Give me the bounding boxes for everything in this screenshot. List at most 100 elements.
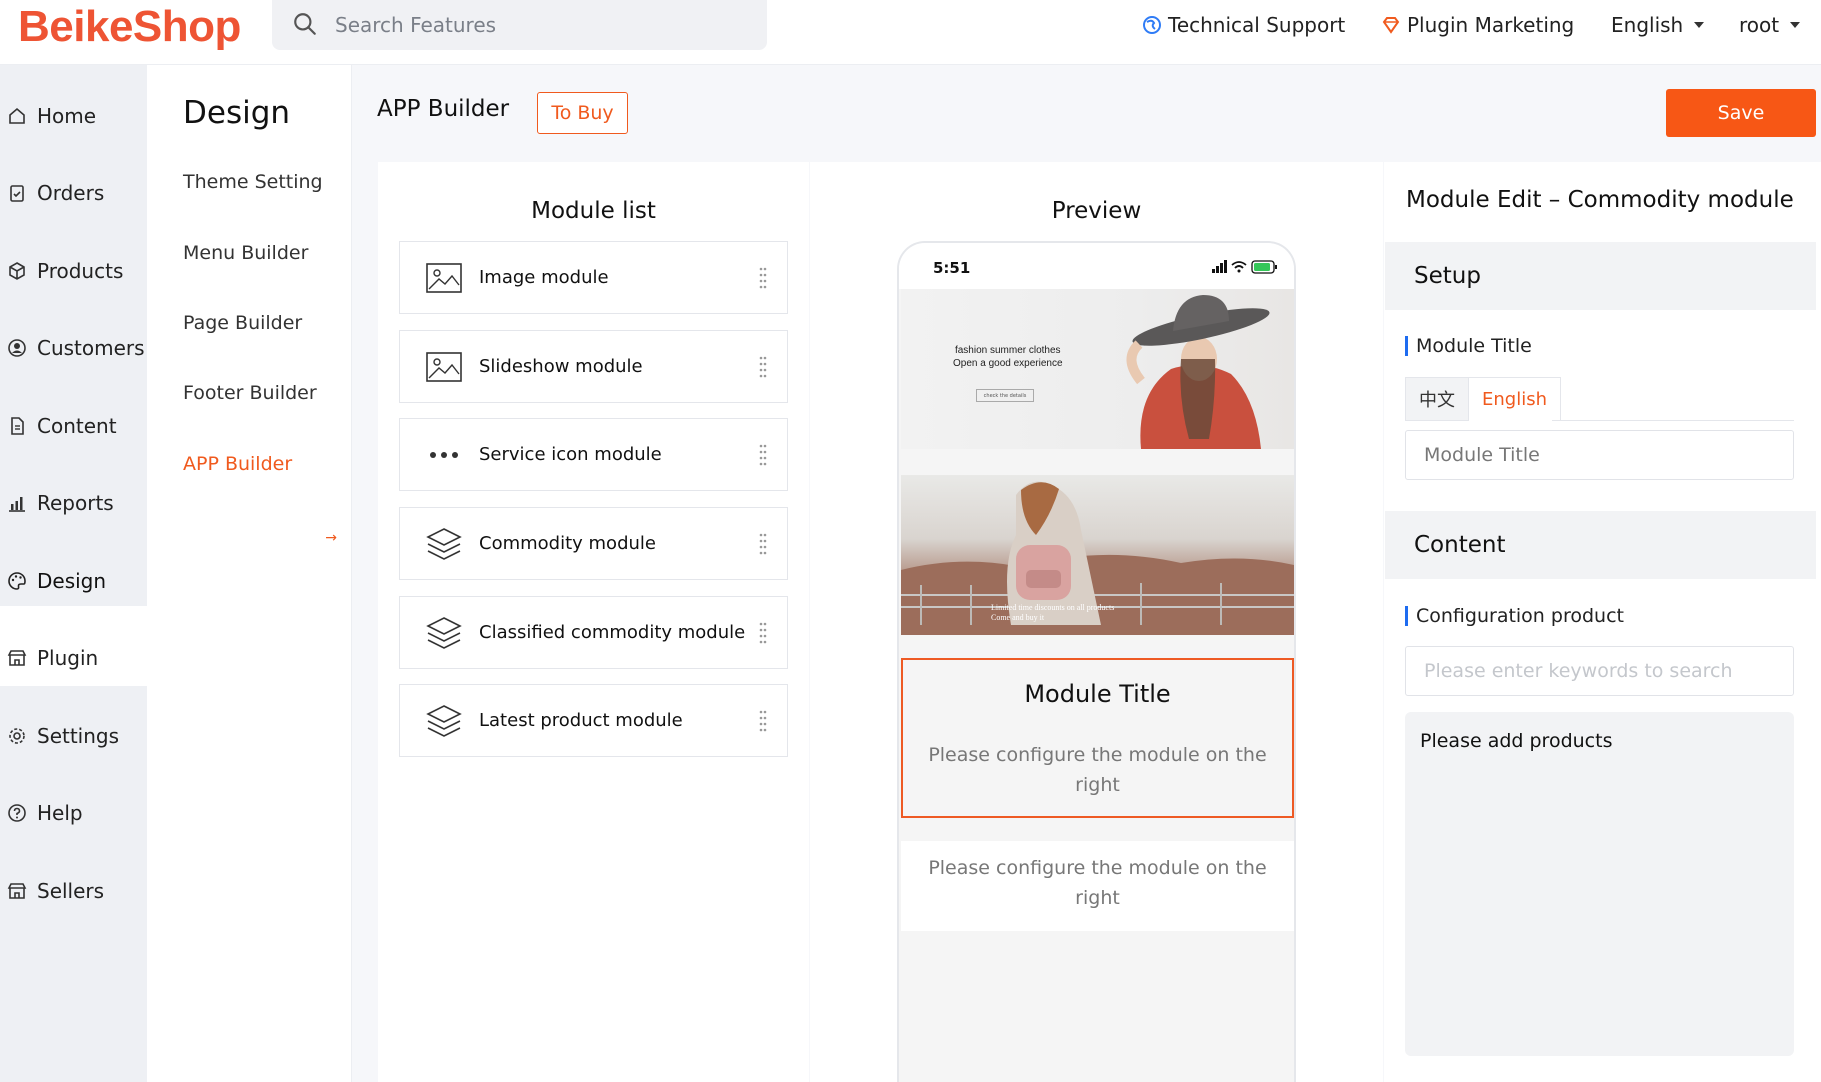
- module-item-classified-commodity[interactable]: Classified commodity module: [399, 596, 788, 669]
- preview-module-2[interactable]: Please configure the module on the right: [901, 841, 1294, 931]
- module-title-input[interactable]: Module Title: [1405, 430, 1794, 480]
- nav-item-reports[interactable]: Reports: [0, 473, 147, 533]
- nav-label: Help: [37, 801, 83, 825]
- user-dropdown[interactable]: root: [1739, 13, 1801, 37]
- top-header: BeikeShop Search Features Technical Supp…: [0, 0, 1821, 65]
- nav-label: Products: [37, 259, 124, 283]
- home-icon: [9, 107, 25, 124]
- module-list-title: Module list: [531, 198, 656, 224]
- tab-chinese[interactable]: 中文: [1405, 377, 1469, 421]
- nav-item-customers[interactable]: Customers: [0, 318, 147, 378]
- banner-text: Open a good experience: [953, 358, 1063, 369]
- page-title: APP Builder: [377, 96, 510, 122]
- tab-english[interactable]: English: [1469, 377, 1561, 421]
- preview-title: Preview: [1051, 198, 1142, 224]
- nav-item-content[interactable]: Content: [0, 396, 147, 456]
- caret-down-icon: [1694, 22, 1705, 28]
- plugin-marketing-link[interactable]: Plugin Marketing: [1381, 13, 1574, 37]
- drag-handle-icon[interactable]: [759, 267, 767, 289]
- layers-icon: [426, 616, 462, 649]
- to-buy-button[interactable]: To Buy: [537, 92, 628, 134]
- save-button[interactable]: Save: [1666, 89, 1816, 137]
- module-item-service-icon[interactable]: Service icon module: [399, 418, 788, 491]
- subnav-title: Design: [183, 95, 291, 131]
- technical-support-label: Technical Support: [1168, 13, 1346, 37]
- document-icon: [11, 417, 24, 435]
- layers-icon: [426, 527, 462, 560]
- preview-banner-2: Limited time discounts on all products C…: [901, 475, 1294, 635]
- dots-icon: [430, 451, 458, 458]
- sub-nav: Design Theme Setting Menu Builder Page B…: [147, 65, 352, 1082]
- product-search-placeholder: Please enter keywords to search: [1424, 660, 1733, 682]
- user-label: root: [1739, 13, 1780, 37]
- globe-icon: [1143, 16, 1161, 34]
- nav-item-sellers[interactable]: Sellers: [0, 861, 147, 921]
- module-item-slideshow[interactable]: Slideshow module: [399, 330, 788, 403]
- drag-handle-icon[interactable]: [759, 533, 767, 555]
- nav-label: Home: [37, 104, 97, 128]
- preview-module-title: Module Title: [1024, 680, 1171, 708]
- drag-handle-icon[interactable]: [759, 444, 767, 466]
- search-bar[interactable]: Search Features: [272, 0, 767, 50]
- technical-support-link[interactable]: Technical Support: [1142, 13, 1345, 37]
- nav-item-settings[interactable]: Settings: [0, 706, 147, 766]
- product-list-box[interactable]: Please add products: [1405, 712, 1794, 1056]
- nav-label: Sellers: [37, 879, 105, 903]
- nav-item-help[interactable]: Help: [0, 783, 147, 843]
- nav-item-home[interactable]: Home: [0, 86, 147, 146]
- nav-label: Content: [37, 414, 117, 438]
- nav-label: Orders: [37, 181, 105, 205]
- module-edit-title: Module Edit – Commodity module: [1406, 187, 1794, 213]
- preview-module-selected[interactable]: Module Title Please configure the module…: [901, 658, 1294, 818]
- preview-module-desc: Please configure the module on the right: [928, 744, 1267, 796]
- module-item-commodity[interactable]: Commodity module: [399, 507, 788, 580]
- nav-label: Plugin: [37, 646, 99, 670]
- add-products-text: Please add products: [1420, 730, 1613, 752]
- banner-text: fashion summer clothes: [954, 345, 1061, 356]
- module-list-panel: Module list Image module Slideshow modul…: [378, 162, 809, 1082]
- bar-chart-icon: [9, 497, 25, 512]
- nav-item-plugin[interactable]: Plugin: [0, 628, 147, 688]
- module-item-image[interactable]: Image module: [399, 241, 788, 314]
- module-item-label: Slideshow module: [479, 356, 643, 377]
- caret-down-icon: [1790, 22, 1801, 28]
- configuration-product-label: Configuration product: [1405, 606, 1624, 626]
- logo[interactable]: BeikeShop: [18, 2, 241, 52]
- content-section-header: Content: [1385, 511, 1816, 579]
- drag-handle-icon[interactable]: [759, 622, 767, 644]
- user-circle-icon: [8, 339, 26, 357]
- nav-item-products[interactable]: Products: [0, 241, 147, 301]
- nav-label: Settings: [37, 724, 120, 748]
- search-input[interactable]: Search Features: [335, 13, 496, 37]
- search-icon: [294, 13, 316, 35]
- tab-divider: [1552, 420, 1794, 421]
- subnav-item-app-builder[interactable]: APP Builder: [183, 453, 292, 475]
- subnav-item-page-builder[interactable]: Page Builder: [183, 312, 302, 334]
- module-title-placeholder: Module Title: [1424, 444, 1540, 466]
- box-icon: [9, 262, 25, 280]
- module-item-latest-product[interactable]: Latest product module: [399, 684, 788, 757]
- nav-item-orders[interactable]: Orders: [0, 163, 147, 223]
- language-tabs: 中文 English: [1405, 377, 1561, 421]
- banner-details-button: check the details: [976, 389, 1034, 402]
- language-dropdown[interactable]: English: [1611, 13, 1705, 37]
- subnav-item-footer-builder[interactable]: Footer Builder: [183, 382, 317, 404]
- help-icon: [8, 804, 26, 822]
- store-icon: [7, 650, 27, 666]
- drag-handle-icon[interactable]: [759, 710, 767, 732]
- content-section-title: Content: [1414, 532, 1506, 558]
- product-search-input[interactable]: Please enter keywords to search: [1405, 646, 1794, 696]
- drag-handle-icon[interactable]: [759, 356, 767, 378]
- nav-label: Customers: [37, 336, 145, 360]
- preview-banner-1: fashion summer clothes Open a good exper…: [901, 289, 1294, 449]
- module-item-label: Latest product module: [479, 710, 683, 731]
- subnav-item-theme-setting[interactable]: Theme Setting: [183, 171, 323, 193]
- module-item-label: Classified commodity module: [479, 622, 746, 643]
- arrow-right-icon: →: [325, 530, 337, 546]
- module-item-label: Image module: [479, 267, 609, 288]
- nav-item-design[interactable]: Design: [0, 551, 147, 611]
- clipboard-icon: [10, 185, 24, 202]
- module-title-label: Module Title: [1405, 336, 1532, 356]
- status-time: 5:51: [933, 259, 971, 277]
- subnav-item-menu-builder[interactable]: Menu Builder: [183, 242, 308, 264]
